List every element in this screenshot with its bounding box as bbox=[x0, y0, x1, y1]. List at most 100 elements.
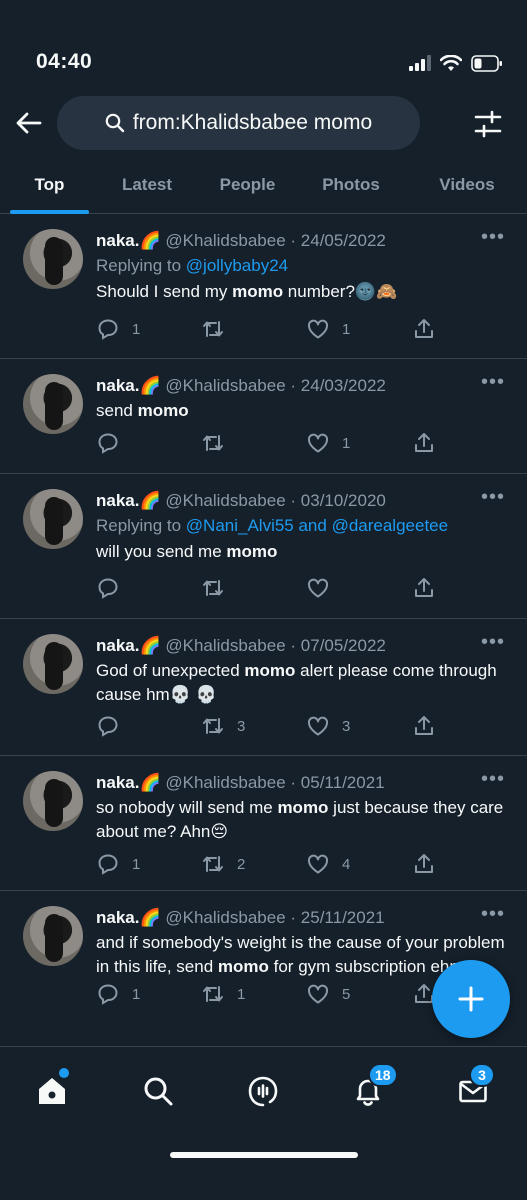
tab-label: Top bbox=[34, 175, 65, 194]
retweet-button[interactable]: 3 bbox=[201, 713, 245, 739]
avatar[interactable] bbox=[23, 229, 83, 289]
reply-mention-link[interactable]: @Nani_Alvi55 and @darealgeetee bbox=[186, 516, 448, 535]
retweet-count: 3 bbox=[237, 717, 246, 735]
share-button[interactable] bbox=[412, 430, 436, 456]
plus-icon bbox=[458, 986, 484, 1012]
tweet-author-name[interactable]: naka.🌈 bbox=[96, 908, 161, 927]
signal-icon bbox=[409, 55, 431, 71]
more-options-icon[interactable]: ••• bbox=[481, 371, 505, 394]
back-button[interactable] bbox=[14, 108, 44, 138]
like-button[interactable]: 5 bbox=[306, 981, 350, 1007]
avatar[interactable] bbox=[23, 771, 83, 831]
retweet-button[interactable]: 2 bbox=[201, 851, 245, 877]
like-count: 1 bbox=[342, 434, 351, 452]
heart-icon bbox=[307, 984, 329, 1004]
reply-button[interactable]: 1 bbox=[96, 851, 140, 877]
tweet-author-name[interactable]: naka.🌈 bbox=[96, 491, 161, 510]
tab-videos[interactable]: Videos bbox=[424, 156, 510, 214]
messages-badge: 3 bbox=[469, 1063, 495, 1087]
highlight-keyword: momo bbox=[217, 957, 269, 976]
nav-spaces[interactable] bbox=[243, 1071, 283, 1111]
nav-explore[interactable] bbox=[138, 1071, 178, 1111]
like-button[interactable]: 4 bbox=[306, 851, 350, 877]
filter-button[interactable] bbox=[473, 109, 503, 139]
tweet-feed[interactable]: naka.🌈 @Khalidsbabee · 24/05/2022 ••• Re… bbox=[0, 214, 527, 1046]
tab-people[interactable]: People bbox=[205, 156, 290, 214]
reply-button[interactable] bbox=[96, 575, 132, 601]
battery-icon bbox=[471, 54, 502, 72]
tweet-author-name[interactable]: naka.🌈 bbox=[96, 773, 161, 792]
tweet[interactable]: naka.🌈 @Khalidsbabee · 24/03/2022 ••• se… bbox=[0, 359, 527, 474]
retweet-icon bbox=[203, 321, 223, 337]
text-part: Should I send my bbox=[96, 282, 233, 301]
share-icon bbox=[415, 578, 433, 597]
more-options-icon[interactable]: ••• bbox=[481, 226, 505, 249]
reply-mention-link[interactable]: @jollybaby24 bbox=[186, 256, 288, 275]
retweet-count: 1 bbox=[237, 985, 246, 1003]
search-icon bbox=[105, 113, 125, 133]
filter-icon bbox=[474, 110, 502, 138]
more-options-icon[interactable]: ••• bbox=[481, 486, 505, 509]
heart-icon bbox=[307, 578, 329, 598]
avatar[interactable] bbox=[23, 489, 83, 549]
heart-icon bbox=[307, 319, 329, 339]
search-input[interactable]: from:Khalidsbabee momo bbox=[57, 96, 420, 150]
like-button[interactable]: 1 bbox=[306, 430, 350, 456]
search-query: from:Khalidsbabee momo bbox=[132, 111, 373, 134]
heart-icon bbox=[307, 433, 329, 453]
reply-button[interactable] bbox=[96, 713, 132, 739]
nav-messages[interactable]: 3 bbox=[453, 1063, 495, 1111]
nav-home[interactable] bbox=[32, 1068, 72, 1111]
reply-button[interactable]: 1 bbox=[96, 981, 140, 1007]
like-button[interactable]: 3 bbox=[306, 713, 350, 739]
retweet-icon bbox=[203, 580, 223, 596]
heart-icon bbox=[307, 854, 329, 874]
like-count: 4 bbox=[342, 855, 351, 873]
tweet-actions: 1 2 4 bbox=[96, 851, 436, 877]
tab-photos[interactable]: Photos bbox=[308, 156, 394, 214]
retweet-icon bbox=[203, 435, 223, 451]
status-time: 04:40 bbox=[36, 50, 93, 73]
retweet-count: 2 bbox=[237, 855, 246, 873]
tweet-date: · 25/11/2021 bbox=[290, 908, 385, 927]
tweet[interactable]: naka.🌈 @Khalidsbabee · 07/05/2022 ••• Go… bbox=[0, 619, 527, 756]
text-part: will you send me bbox=[96, 542, 227, 561]
tweet-author-name[interactable]: naka.🌈 bbox=[96, 376, 161, 395]
avatar[interactable] bbox=[23, 634, 83, 694]
tweet[interactable]: naka.🌈 @Khalidsbabee · 24/05/2022 ••• Re… bbox=[0, 214, 527, 359]
tweet[interactable]: naka.🌈 @Khalidsbabee · 05/11/2021 ••• so… bbox=[0, 756, 527, 891]
retweet-button[interactable] bbox=[201, 316, 237, 342]
share-icon bbox=[415, 854, 433, 873]
share-button[interactable] bbox=[412, 316, 436, 342]
back-arrow-icon bbox=[16, 112, 42, 134]
share-button[interactable] bbox=[412, 851, 436, 877]
like-button[interactable]: 1 bbox=[306, 316, 350, 342]
tweet-date: · 07/05/2022 bbox=[290, 636, 386, 655]
tweet-author-name[interactable]: naka.🌈 bbox=[96, 231, 161, 250]
avatar[interactable] bbox=[23, 374, 83, 434]
compose-tweet-button[interactable] bbox=[432, 960, 510, 1038]
tweet-actions: 1 1 bbox=[96, 316, 436, 342]
like-button[interactable] bbox=[306, 575, 342, 601]
reply-button[interactable] bbox=[96, 430, 132, 456]
tweet-author-name[interactable]: naka.🌈 bbox=[96, 636, 161, 655]
more-options-icon[interactable]: ••• bbox=[481, 631, 505, 654]
home-indicator bbox=[170, 1152, 358, 1158]
retweet-button[interactable] bbox=[201, 575, 237, 601]
nav-notifications[interactable]: 18 bbox=[348, 1063, 398, 1111]
tweet[interactable]: naka.🌈 @Khalidsbabee · 03/10/2020 ••• Re… bbox=[0, 474, 527, 619]
tab-latest[interactable]: Latest bbox=[105, 156, 189, 214]
wifi-icon bbox=[440, 54, 462, 71]
share-button[interactable] bbox=[412, 713, 436, 739]
avatar[interactable] bbox=[23, 906, 83, 966]
retweet-button[interactable] bbox=[201, 430, 237, 456]
like-count: 5 bbox=[342, 985, 351, 1003]
share-button[interactable] bbox=[412, 575, 436, 601]
reply-button[interactable]: 1 bbox=[96, 316, 140, 342]
notifications-badge: 18 bbox=[368, 1063, 398, 1087]
reply-count: 1 bbox=[132, 320, 141, 338]
tab-top[interactable]: Top bbox=[10, 156, 89, 214]
retweet-button[interactable]: 1 bbox=[201, 981, 245, 1007]
more-options-icon[interactable]: ••• bbox=[481, 903, 505, 926]
more-options-icon[interactable]: ••• bbox=[481, 768, 505, 791]
